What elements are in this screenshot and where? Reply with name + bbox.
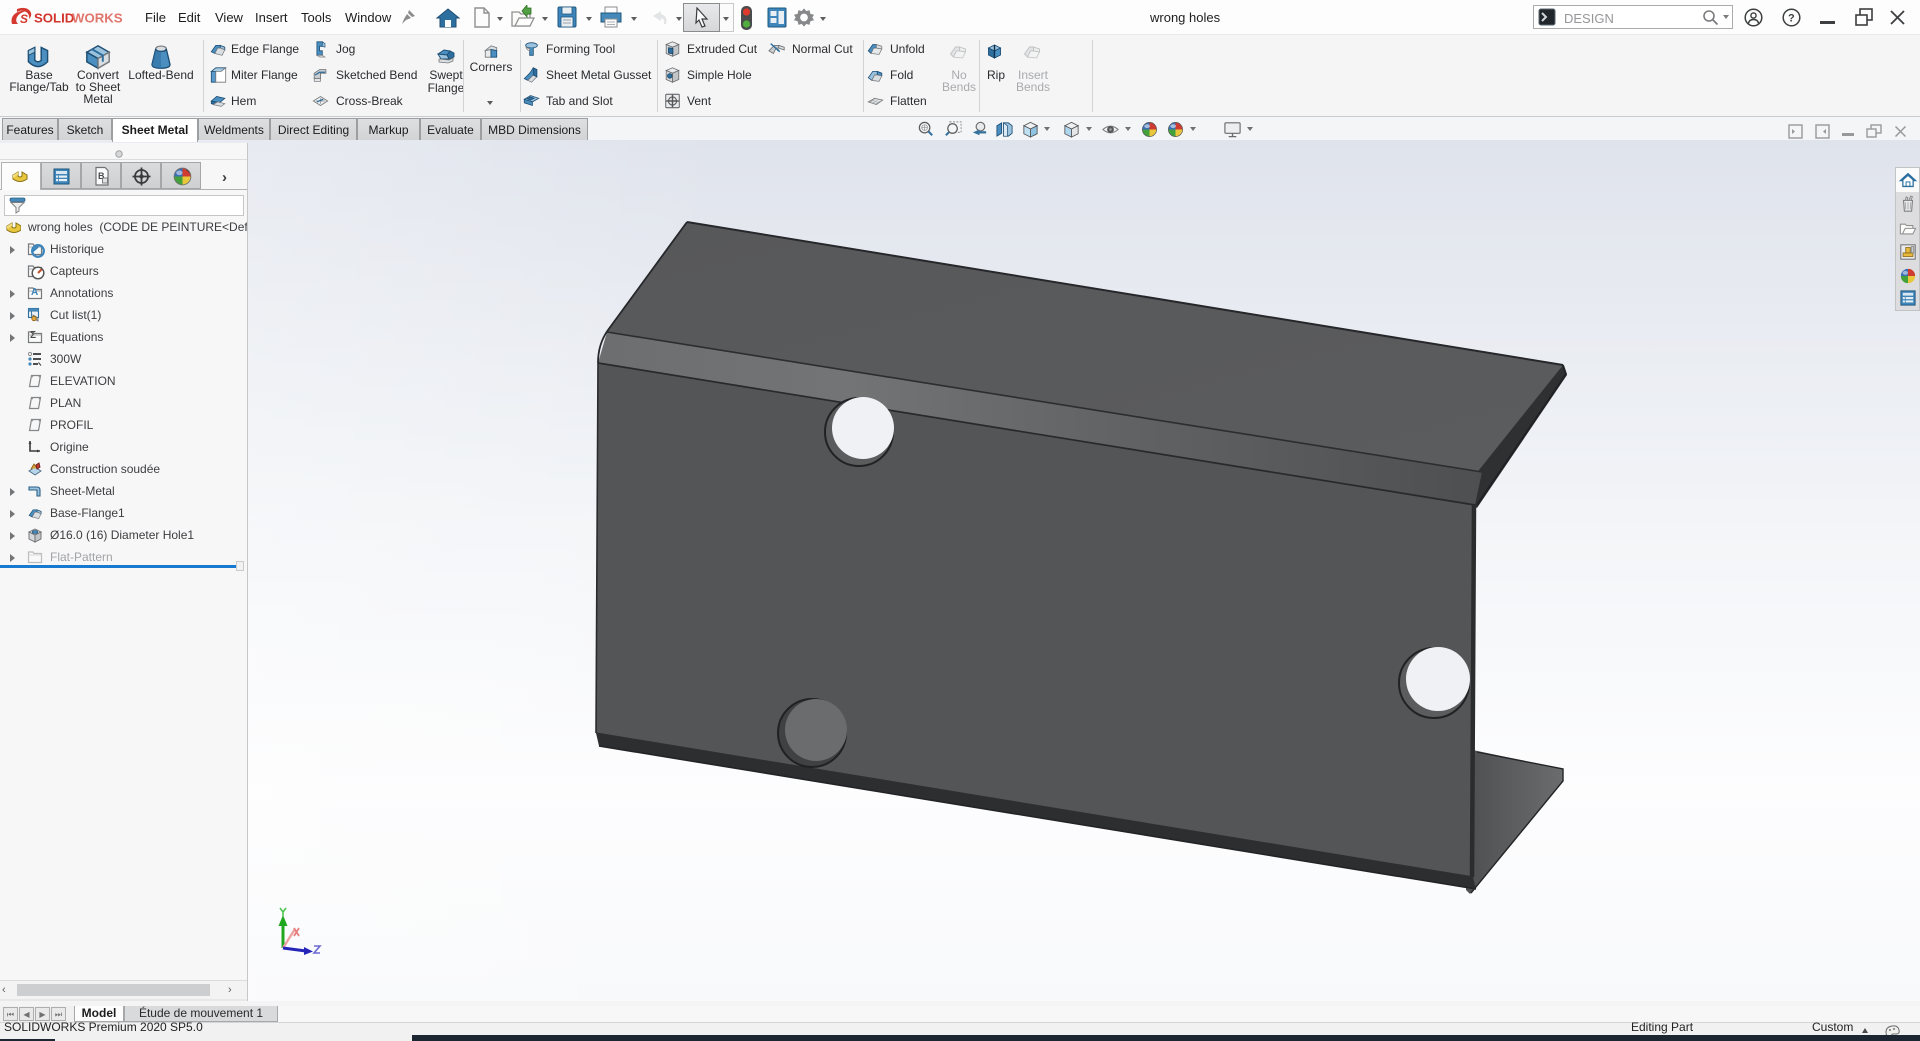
- svg-text:S: S: [20, 12, 28, 26]
- svg-text:WORKS: WORKS: [72, 11, 123, 26]
- svg-text:?: ?: [1788, 13, 1795, 25]
- svg-text:SOLID: SOLID: [34, 11, 74, 26]
